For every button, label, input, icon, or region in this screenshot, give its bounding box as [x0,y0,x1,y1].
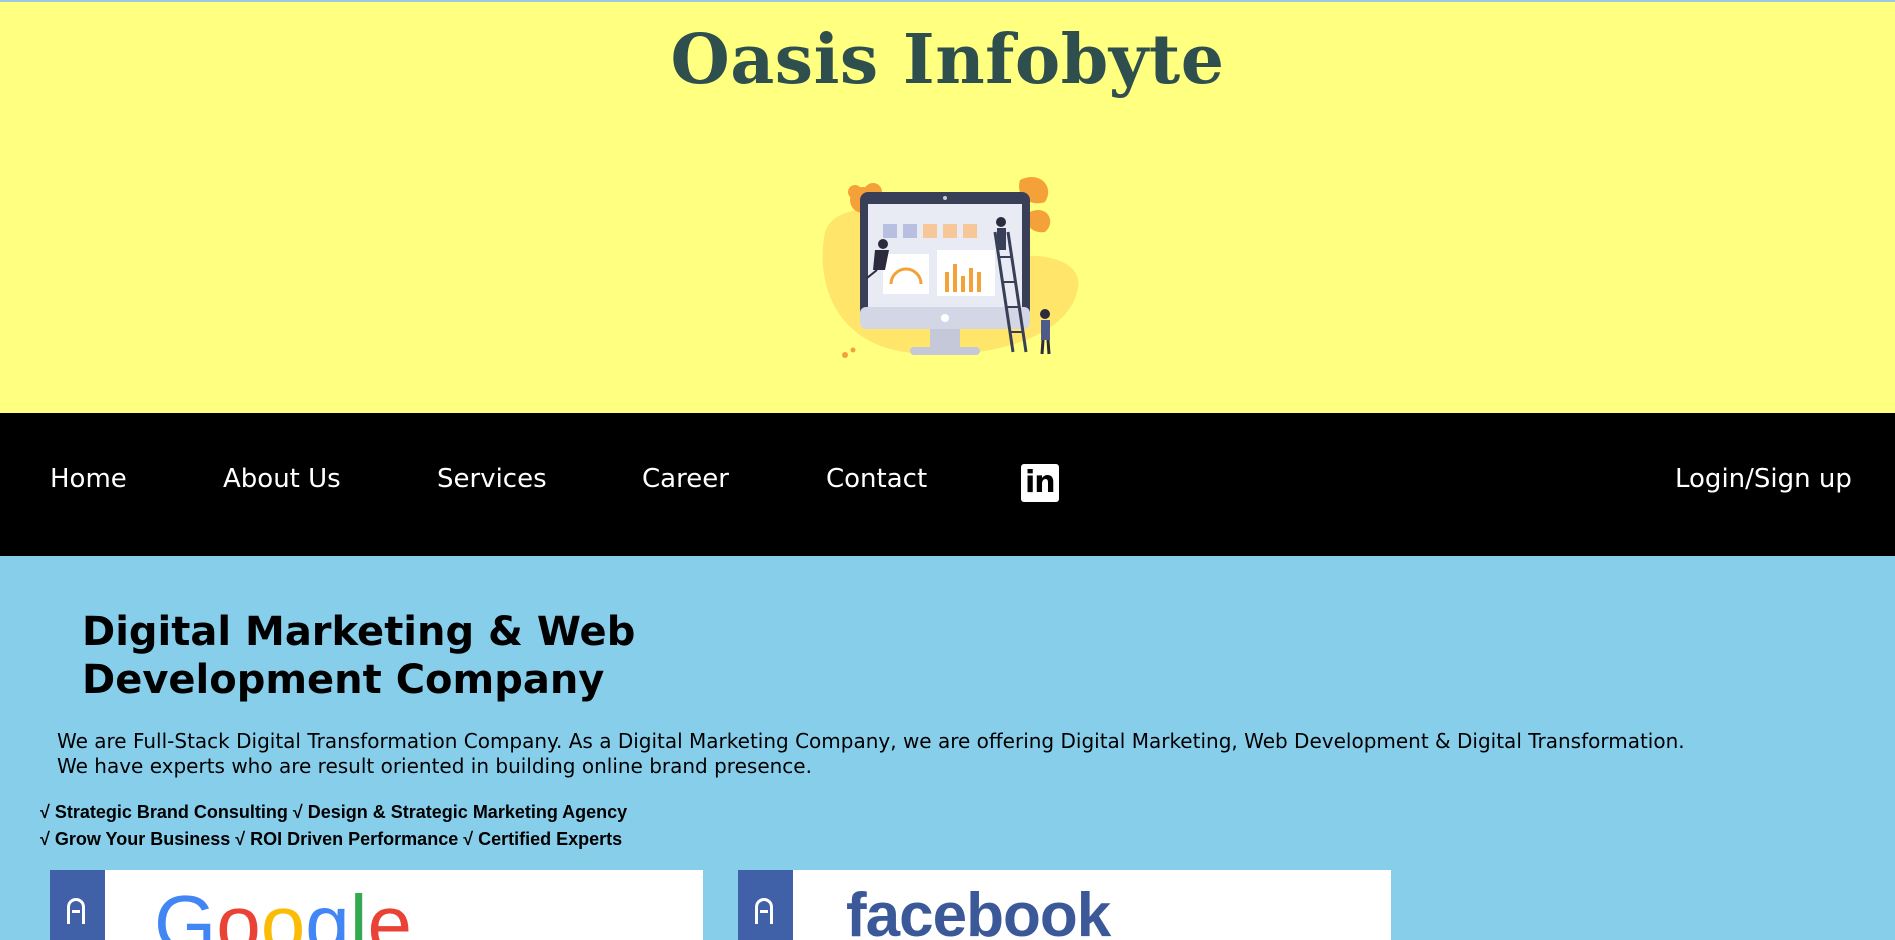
partner-card-google: Google [50,870,703,940]
intro-line-1: We are Full-Stack Digital Transformation… [57,729,1685,753]
nav-item-services[interactable]: Services [437,464,547,494]
card-strip [50,870,105,940]
feature-list: √ Strategic Brand Consulting √ Design & … [40,799,627,853]
navbar: Home About Us Services Career Contact in… [0,413,1895,556]
page-headline: Digital Marketing & Web Development Comp… [82,609,636,703]
badge-icon [755,898,773,924]
nav-item-contact[interactable]: Contact [826,464,927,494]
site-title: Oasis Infobyte [670,20,1225,100]
intro-line-2: We have experts who are result oriented … [57,754,812,778]
feature-line-1: √ Strategic Brand Consulting √ Design & … [40,802,628,822]
nav-item-home[interactable]: Home [50,464,127,494]
nav-item-about-us[interactable]: About Us [223,464,341,494]
card-strip [738,870,793,940]
linkedin-icon[interactable]: in [1021,464,1059,502]
login-signup-link[interactable]: Login/Sign up [1675,464,1852,494]
main-content: Digital Marketing & Web Development Comp… [0,556,1895,940]
intro-text: We are Full-Stack Digital Transformation… [57,729,1817,779]
partner-card-facebook: facebook [738,870,1391,940]
header: Oasis Infobyte [0,2,1895,413]
feature-line-2: √ Grow Your Business √ ROI Driven Perfor… [40,829,623,849]
nav-item-career[interactable]: Career [642,464,729,494]
badge-icon [67,898,85,924]
linkedin-glyph: in [1025,465,1056,500]
facebook-logo: facebook [846,881,1111,940]
computer-dashboard-illustration [822,177,1079,358]
google-logo: Google [154,879,413,940]
